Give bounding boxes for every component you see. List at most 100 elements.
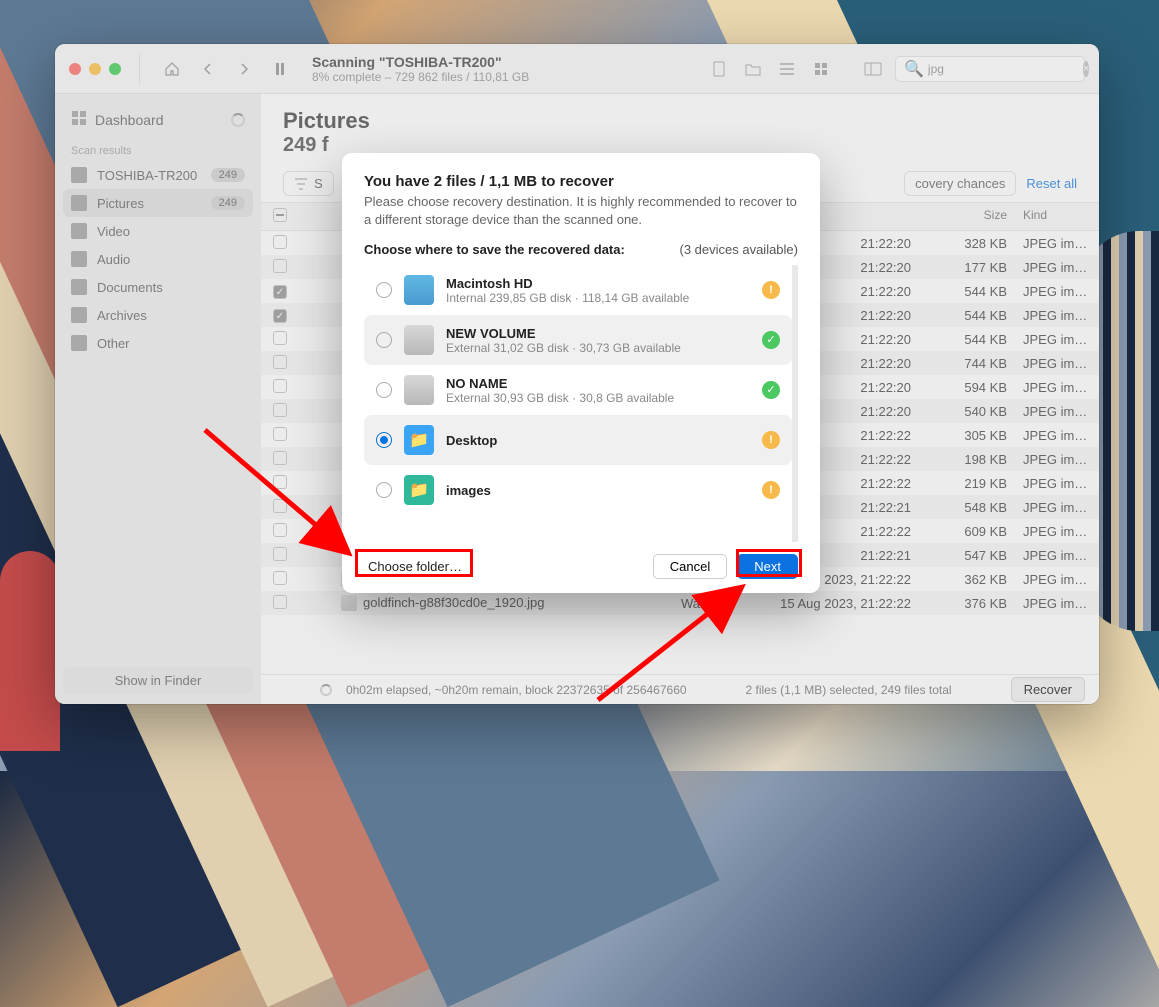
document-view-icon[interactable] (705, 55, 733, 83)
file-size: 219 KB (919, 471, 1015, 496)
file-kind: JPEG ima… (1015, 399, 1099, 424)
destination-list[interactable]: Macintosh HDInternal 239,85 GB disk · 11… (364, 265, 798, 542)
row-checkbox[interactable] (273, 595, 287, 609)
sidebar-item-label: Pictures (97, 196, 144, 211)
file-kind: JPEG ima… (1015, 519, 1099, 544)
destination-radio[interactable] (376, 432, 392, 448)
file-size: 548 KB (919, 495, 1015, 520)
sidebar-item-pictures[interactable]: Pictures249 (63, 189, 253, 217)
warning-icon (762, 281, 780, 299)
file-size: 305 KB (919, 423, 1015, 448)
destination-images[interactable]: 📁images (364, 465, 792, 515)
destination-macintosh-hd[interactable]: Macintosh HDInternal 239,85 GB disk · 11… (364, 265, 792, 315)
drive-icon (404, 375, 434, 405)
clear-search-icon[interactable]: × (1083, 61, 1089, 77)
selection-text: 2 files (1,1 MB) selected, 249 files tot… (746, 683, 952, 697)
row-checkbox[interactable] (273, 355, 287, 369)
file-size: 177 KB (919, 255, 1015, 280)
file-size: 544 KB (919, 279, 1015, 304)
grid-view-icon[interactable] (807, 55, 835, 83)
titlebar: Scanning "TOSHIBA-TR200" 8% complete – 7… (55, 44, 1099, 94)
file-kind: JPEG ima… (1015, 447, 1099, 472)
sidebar-item-other[interactable]: Other (63, 329, 253, 357)
page-title: Pictures (283, 108, 1077, 134)
sidebar-dashboard[interactable]: Dashboard (63, 104, 253, 135)
back-button[interactable] (194, 55, 222, 83)
destination-name: NO NAME (446, 376, 750, 391)
destination-radio[interactable] (376, 482, 392, 498)
sidebar-item-archives[interactable]: Archives (63, 301, 253, 329)
filter-button-1[interactable]: S (283, 171, 334, 196)
recovery-chances-button[interactable]: covery chances (904, 171, 1016, 196)
sidebar-item-label: Video (97, 224, 130, 239)
reset-all-link[interactable]: Reset all (1026, 176, 1077, 191)
recover-button[interactable]: Recover (1011, 677, 1085, 702)
row-checkbox[interactable] (273, 331, 287, 345)
file-size: 544 KB (919, 327, 1015, 352)
destination-desktop[interactable]: 📁Desktop (364, 415, 792, 465)
file-kind: JPEG ima… (1015, 495, 1099, 520)
list-view-icon[interactable] (773, 55, 801, 83)
file-size: 544 KB (919, 303, 1015, 328)
select-all-checkbox[interactable] (273, 208, 287, 222)
drive-icon (404, 275, 434, 305)
column-kind[interactable]: Kind (1015, 203, 1099, 230)
destination-radio[interactable] (376, 332, 392, 348)
file-icon (341, 595, 357, 611)
annotation-arrow-2 (588, 580, 758, 715)
row-checkbox[interactable] (273, 235, 287, 249)
dialog-title: You have 2 files / 1,1 MB to recover (364, 173, 798, 190)
destination-name: images (446, 483, 750, 498)
destination-name: NEW VOLUME (446, 326, 750, 341)
row-checkbox[interactable] (273, 403, 287, 417)
sidebar-toggle-icon[interactable] (859, 55, 887, 83)
destination-details: External 30,93 GB disk · 30,8 GB availab… (446, 391, 750, 405)
close-window-icon[interactable] (69, 63, 81, 75)
file-kind: JPEG ima… (1015, 375, 1099, 400)
row-checkbox[interactable] (273, 259, 287, 273)
minimize-window-icon[interactable] (89, 63, 101, 75)
search-field[interactable]: 🔍 × (895, 56, 1085, 82)
sidebar-item-toshiba-tr200[interactable]: TOSHIBA-TR200249 (63, 161, 253, 189)
file-kind: JPEG ima… (1015, 303, 1099, 328)
sidebar-item-video[interactable]: Video (63, 217, 253, 245)
warning-icon (762, 431, 780, 449)
home-button[interactable] (158, 55, 186, 83)
choose-label: Choose where to save the recovered data: (364, 242, 625, 257)
recovery-destination-dialog: You have 2 files / 1,1 MB to recover Ple… (342, 153, 820, 593)
cancel-button[interactable]: Cancel (653, 554, 727, 579)
drive-icon (71, 167, 87, 183)
annotation-arrow-1 (195, 420, 365, 575)
dialog-description: Please choose recovery destination. It i… (364, 193, 798, 228)
scan-progress-text: 8% complete – 729 862 files / 110,81 GB (312, 70, 529, 84)
file-date: 15 Aug 2023, 21:22:22 (743, 591, 919, 616)
folder-view-icon[interactable] (739, 55, 767, 83)
destination-new-volume[interactable]: NEW VOLUMEExternal 31,02 GB disk · 30,73… (364, 315, 792, 365)
destination-no-name[interactable]: NO NAMEExternal 30,93 GB disk · 30,8 GB … (364, 365, 792, 415)
other-icon (71, 335, 87, 351)
destination-radio[interactable] (376, 282, 392, 298)
row-checkbox[interactable] (273, 379, 287, 393)
drive-icon (404, 325, 434, 355)
file-size: 376 KB (919, 591, 1015, 616)
sidebar-item-audio[interactable]: Audio (63, 245, 253, 273)
archives-icon (71, 307, 87, 323)
row-checkbox[interactable] (273, 309, 287, 323)
show-in-finder-button[interactable]: Show in Finder (63, 667, 253, 694)
search-input[interactable] (928, 62, 1083, 76)
window-controls (69, 63, 121, 75)
file-kind: JPEG ima… (1015, 543, 1099, 568)
forward-button[interactable] (230, 55, 258, 83)
sidebar-badge: 249 (211, 168, 245, 182)
choose-folder-button[interactable]: Choose folder… (364, 555, 466, 578)
loading-spinner-icon (231, 113, 245, 127)
sidebar-item-label: Audio (97, 252, 130, 267)
row-checkbox[interactable] (273, 285, 287, 299)
pause-button[interactable] (266, 55, 294, 83)
column-size[interactable]: Size (919, 203, 1015, 230)
next-button[interactable]: Next (737, 554, 798, 579)
destination-radio[interactable] (376, 382, 392, 398)
sidebar-item-documents[interactable]: Documents (63, 273, 253, 301)
destination-name: Desktop (446, 433, 750, 448)
zoom-window-icon[interactable] (109, 63, 121, 75)
